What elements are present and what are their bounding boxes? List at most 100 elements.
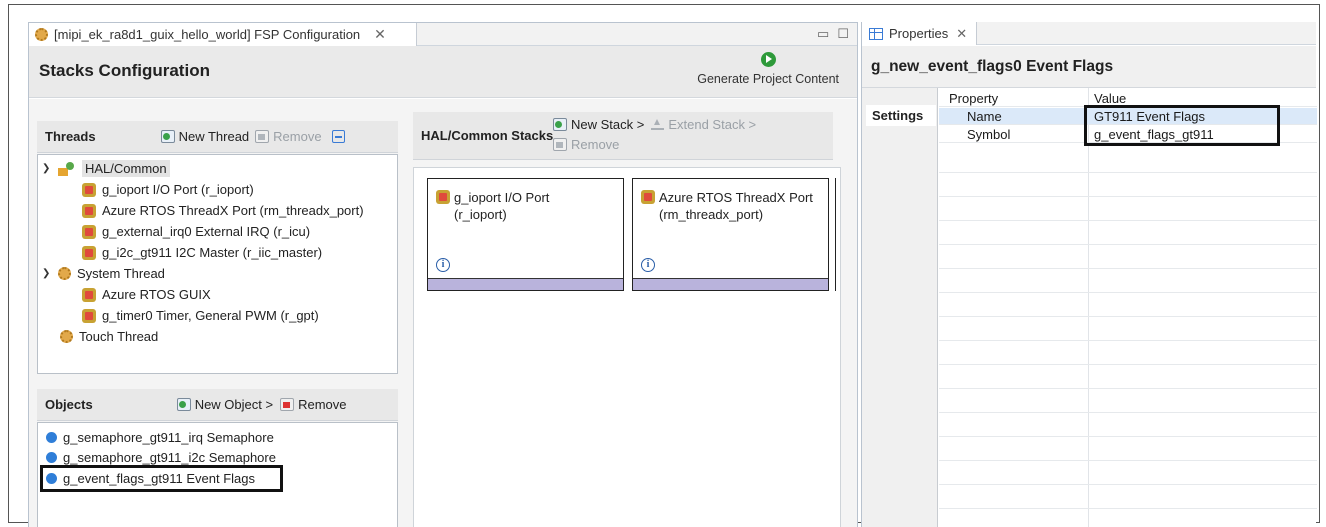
generate-project-content-button[interactable]: Generate Project Content <box>697 52 839 86</box>
stack-card-edge <box>835 178 836 291</box>
collapse-all-icon[interactable] <box>331 130 345 143</box>
column-header-value: Value <box>1094 91 1127 106</box>
info-icon[interactable]: i <box>641 258 655 272</box>
minimize-icon[interactable]: ▭ <box>817 26 829 42</box>
table-row <box>939 228 1317 245</box>
list-item-label: g_semaphore_gt911_irq Semaphore <box>63 430 274 445</box>
hal-common-stacks-title: HAL/Common Stacks <box>421 128 554 143</box>
table-row <box>939 204 1317 221</box>
remove-stack-label: Remove <box>571 137 620 152</box>
close-icon[interactable]: ✕ <box>374 26 386 43</box>
info-icon[interactable]: i <box>436 258 450 272</box>
remove-icon <box>255 130 270 143</box>
stacks-configuration-header: Stacks Configuration Generate Project Co… <box>29 46 857 98</box>
properties-title: g_new_event_flags0 Event Flags <box>862 46 1316 88</box>
selection-highlight-box <box>40 465 283 492</box>
tree-item-ioport[interactable]: g_ioport I/O Port (r_ioport) <box>82 179 254 200</box>
table-row <box>939 420 1317 437</box>
stack-card-bar <box>428 278 623 290</box>
extend-stack-icon <box>651 119 665 130</box>
tree-item-system-thread[interactable]: ❯ System Thread <box>42 263 165 284</box>
object-icon <box>46 452 57 463</box>
tab-settings[interactable]: Settings <box>866 105 936 126</box>
editor-tab-label: [mipi_ek_ra8d1_guix_hello_world] FSP Con… <box>54 27 361 42</box>
table-row <box>939 276 1317 293</box>
remove-object-button[interactable]: Remove <box>280 397 347 412</box>
maximize-icon[interactable]: ☐ <box>837 26 849 42</box>
stack-card-threadx-port[interactable]: Azure RTOS ThreadX Port (rm_threadx_port… <box>632 178 829 291</box>
stack-card-name: Azure RTOS ThreadX Port (rm_threadx_port… <box>659 190 813 222</box>
new-thread-icon <box>160 130 175 143</box>
page-title: Stacks Configuration <box>39 61 210 80</box>
selection-highlight-box <box>1084 105 1280 146</box>
threads-title: Threads <box>45 129 96 144</box>
new-stack-icon <box>553 118 567 131</box>
threads-tree: ❯ HAL/Common g_ioport I/O Port (r_ioport… <box>37 154 398 374</box>
remove-thread-button[interactable]: Remove <box>255 129 322 144</box>
column-header-property: Property <box>949 91 999 106</box>
new-object-button[interactable]: New Object > <box>176 397 273 412</box>
module-icon <box>82 182 96 197</box>
new-thread-button[interactable]: New Thread <box>160 129 250 144</box>
tree-item-external-irq[interactable]: g_external_irq0 External IRQ (r_icu) <box>82 221 310 242</box>
list-item-semaphore-irq[interactable]: g_semaphore_gt911_irq Semaphore <box>46 427 274 448</box>
properties-tab-label: Properties <box>889 26 949 41</box>
module-icon <box>82 287 96 302</box>
module-icon <box>82 245 96 260</box>
table-row <box>939 444 1317 461</box>
table-row <box>939 324 1317 341</box>
properties-table: Property Value Name GT911 Event Flags Sy… <box>939 88 1317 527</box>
tab-properties[interactable]: Properties ✕ <box>862 22 977 45</box>
table-row <box>939 180 1317 197</box>
remove-icon <box>553 138 567 151</box>
table-row <box>939 372 1317 389</box>
stack-card-ioport[interactable]: g_ioport I/O Port (r_ioport) i <box>427 178 624 291</box>
object-icon <box>46 432 57 443</box>
run-icon <box>760 52 776 67</box>
properties-icon <box>869 27 883 40</box>
property-name: Symbol <box>967 127 1011 142</box>
editor-tab-bar: [mipi_ek_ra8d1_guix_hello_world] FSP Con… <box>29 23 857 46</box>
tree-item-label: Touch Thread <box>79 329 159 344</box>
module-icon <box>82 224 96 239</box>
tree-item-label: g_ioport I/O Port (r_ioport) <box>102 182 254 197</box>
chevron-down-icon[interactable]: ❯ <box>42 163 52 174</box>
tree-item-label: g_timer0 Timer, General PWM (r_gpt) <box>102 308 319 323</box>
objects-title: Objects <box>45 397 93 412</box>
tree-item-hal-common[interactable]: ❯ HAL/Common <box>42 158 170 179</box>
settings-sidebar: Settings <box>862 88 938 527</box>
tree-item-label: g_i2c_gt911 I2C Master (r_iic_master) <box>102 245 323 260</box>
new-stack-label: New Stack > <box>571 117 645 132</box>
tree-item-label: HAL/Common <box>82 160 170 177</box>
property-name: Name <box>967 109 1002 124</box>
tree-item-timer0[interactable]: g_timer0 Timer, General PWM (r_gpt) <box>82 305 319 326</box>
new-stack-button[interactable]: New Stack > <box>553 117 644 132</box>
module-icon <box>641 190 655 204</box>
table-row <box>939 396 1317 413</box>
tree-item-azure-rtos-guix[interactable]: Azure RTOS GUIX <box>82 284 211 305</box>
stacks-toolbar: New Stack > Extend Stack > <box>553 117 756 132</box>
generate-project-content-label: Generate Project Content <box>697 72 839 86</box>
remove-thread-label: Remove <box>273 129 322 144</box>
close-icon[interactable]: ✕ <box>956 26 967 42</box>
new-thread-label: New Thread <box>178 129 250 144</box>
tree-item-label: Azure RTOS ThreadX Port (rm_threadx_port… <box>102 203 364 218</box>
hal-common-icon <box>58 161 76 176</box>
tree-item-i2c-master[interactable]: g_i2c_gt911 I2C Master (r_iic_master) <box>82 242 322 263</box>
remove-stack-button[interactable]: Remove <box>553 137 619 152</box>
extend-stack-button[interactable]: Extend Stack > <box>651 117 756 132</box>
tree-item-label: g_external_irq0 External IRQ (r_icu) <box>102 224 311 239</box>
table-row <box>939 468 1317 485</box>
editor-tab-fsp-configuration[interactable]: [mipi_ek_ra8d1_guix_hello_world] FSP Con… <box>29 23 417 46</box>
stack-card-bar <box>633 278 828 290</box>
tree-item-touch-thread[interactable]: Touch Thread <box>60 326 158 347</box>
stacks-canvas: g_ioport I/O Port (r_ioport) i Azure RTO… <box>413 167 841 527</box>
table-row <box>939 300 1317 317</box>
tree-item-threadx-port[interactable]: Azure RTOS ThreadX Port (rm_threadx_port… <box>82 200 364 221</box>
chevron-down-icon[interactable]: ❯ <box>42 268 52 279</box>
module-icon <box>436 190 450 204</box>
thread-gear-icon <box>60 330 73 343</box>
configuration-gear-icon <box>35 28 48 41</box>
module-icon <box>82 203 96 218</box>
tree-item-label: System Thread <box>77 266 165 281</box>
